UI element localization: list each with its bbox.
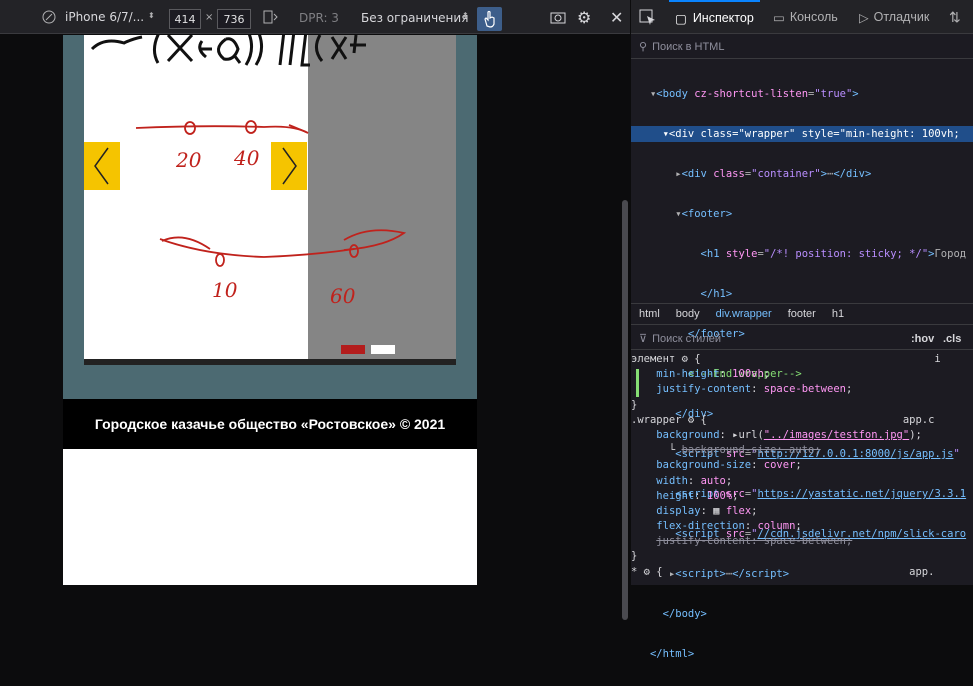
- rdm-toolbar: iPhone 6/7/... ⬍ 414 × 736 DPR: 3 Без ог…: [0, 0, 630, 34]
- slider-next-button[interactable]: [271, 142, 307, 190]
- hov-toggle[interactable]: :hov: [911, 333, 934, 345]
- css-declaration[interactable]: justify-content: space-between;: [631, 382, 973, 397]
- markup-line[interactable]: ▾<body cz-shortcut-listen="true">: [631, 86, 973, 102]
- page-frame: 20 40 10 60 Городское казачье общество «…: [63, 35, 477, 585]
- screenshot-icon[interactable]: [550, 10, 566, 24]
- width-input[interactable]: 414: [169, 9, 201, 29]
- rule-close: }: [631, 398, 638, 411]
- html-search[interactable]: ⚲ Поиск в HTML: [631, 35, 973, 59]
- styles-filter-placeholder: Поиск стилей: [652, 332, 721, 345]
- cls-toggle[interactable]: .cls: [943, 333, 961, 345]
- rule-selector: * ⚙ { app.: [631, 565, 935, 578]
- tab-inspector[interactable]: ▢ Инспектор: [669, 0, 760, 34]
- tab-console[interactable]: ▭ Консоль: [773, 0, 838, 34]
- css-declaration[interactable]: width: auto;: [631, 474, 973, 489]
- chevron-right-icon: [282, 147, 297, 185]
- slide-number-4: 60: [330, 284, 356, 308]
- crumb-html[interactable]: html: [631, 308, 668, 320]
- throttle-select[interactable]: Без ограничения: [361, 11, 468, 25]
- slide-number-1: 20: [175, 148, 202, 172]
- crumb-h1[interactable]: h1: [824, 308, 852, 320]
- styles-filter[interactable]: ⊽ Поиск стилей :hov .cls: [631, 328, 973, 350]
- height-input[interactable]: 736: [217, 9, 251, 29]
- rotate-icon[interactable]: [262, 10, 278, 24]
- site-footer: Городское казачье общество «Ростовское» …: [63, 399, 477, 449]
- element-picker-icon[interactable]: [639, 0, 657, 34]
- search-icon: ⚲: [639, 41, 648, 53]
- close-icon[interactable]: ✕: [610, 8, 623, 27]
- css-rules: элемент ⚙ { i min-height: 100vh; justify…: [631, 352, 973, 580]
- debugger-icon: ▷: [859, 10, 869, 25]
- css-declaration[interactable]: height: 100%;: [631, 489, 973, 504]
- crumb-wrapper[interactable]: div.wrapper: [708, 308, 780, 320]
- tab-console-label: Консоль: [789, 10, 838, 24]
- slider: 20 40 10 60: [84, 35, 456, 359]
- html-search-placeholder: Поиск в HTML: [652, 40, 725, 53]
- css-declaration[interactable]: display: ▦ flex;: [631, 504, 973, 519]
- device-select[interactable]: iPhone 6/7/...: [65, 10, 144, 24]
- css-declaration[interactable]: background-size: cover;: [631, 458, 973, 473]
- markup-line[interactable]: ▸<div class="container">⋯</div>: [631, 166, 973, 182]
- slider-dots: [341, 345, 395, 354]
- viewport-scrollbar[interactable]: [622, 200, 628, 620]
- dimension-separator: ×: [205, 12, 214, 23]
- device-viewport: 20 40 10 60 Городское казачье общество «…: [0, 35, 630, 620]
- compass-icon[interactable]: [42, 10, 56, 24]
- crumb-body[interactable]: body: [668, 308, 708, 320]
- markup-line[interactable]: <h1 style="/*! position: sticky; */">Гор…: [631, 246, 973, 262]
- throttle-arrow-icon: ⬍: [462, 11, 469, 20]
- slider-dot-active[interactable]: [341, 345, 365, 354]
- device-select-arrow-icon: ⬍: [148, 11, 155, 20]
- css-declaration[interactable]: min-height: 100vh;: [631, 367, 973, 382]
- slider-scrollbar[interactable]: [84, 359, 456, 365]
- touch-simulation-button[interactable]: [477, 7, 502, 31]
- markup-line[interactable]: </h1>: [631, 286, 973, 302]
- css-declaration[interactable]: flex-direction: column;: [631, 519, 973, 534]
- markup-line-selected[interactable]: ▾<div class="wrapper" style="min-height:…: [631, 126, 973, 142]
- wrapper: 20 40 10 60: [63, 35, 477, 399]
- css-declaration[interactable]: └ background-size: auto;: [631, 443, 973, 458]
- chevron-left-icon: [94, 147, 109, 185]
- slide-number-2: 40: [233, 146, 260, 170]
- inspector-icon: ▢: [675, 11, 687, 26]
- rule-close: }: [631, 550, 638, 563]
- markup-line[interactable]: </html>: [631, 646, 973, 662]
- crumb-footer[interactable]: footer: [780, 308, 824, 320]
- tab-inspector-label: Инспектор: [692, 11, 754, 25]
- gear-icon[interactable]: ⚙: [577, 8, 591, 27]
- devtools-panel: ▢ Инспектор ▭ Консоль ▷ Отладчик ⇅ ⚲ Пои…: [631, 0, 973, 660]
- handwriting-drawing: 20 40 10 60: [90, 35, 407, 308]
- rule-selector: .wrapper ⚙ { app.c: [631, 413, 935, 426]
- tab-debugger[interactable]: ▷ Отладчик: [859, 0, 929, 34]
- hand-icon: [484, 10, 495, 28]
- more-tabs-icon[interactable]: ⇅: [949, 0, 961, 34]
- markup-line[interactable]: </body>: [631, 606, 973, 622]
- tab-debugger-label: Отладчик: [873, 10, 930, 24]
- slider-dot[interactable]: [371, 345, 395, 354]
- markup-line[interactable]: ▾<footer>: [631, 206, 973, 222]
- rule-selector: элемент ⚙ { i: [631, 353, 941, 365]
- slider-prev-button[interactable]: [84, 142, 120, 190]
- console-icon: ▭: [773, 10, 785, 25]
- css-declaration[interactable]: justify-content: space-between;: [631, 534, 973, 549]
- css-declaration[interactable]: background: ▸url("../images/testfon.jpg"…: [631, 428, 973, 443]
- slide-number-3: 10: [212, 278, 238, 302]
- devtools-tabs: ▢ Инспектор ▭ Консоль ▷ Отладчик ⇅: [631, 0, 973, 34]
- filter-icon: ⊽: [639, 333, 648, 345]
- dpr-select[interactable]: DPR: 3: [299, 11, 339, 25]
- breadcrumb: html body div.wrapper footer h1: [631, 303, 973, 325]
